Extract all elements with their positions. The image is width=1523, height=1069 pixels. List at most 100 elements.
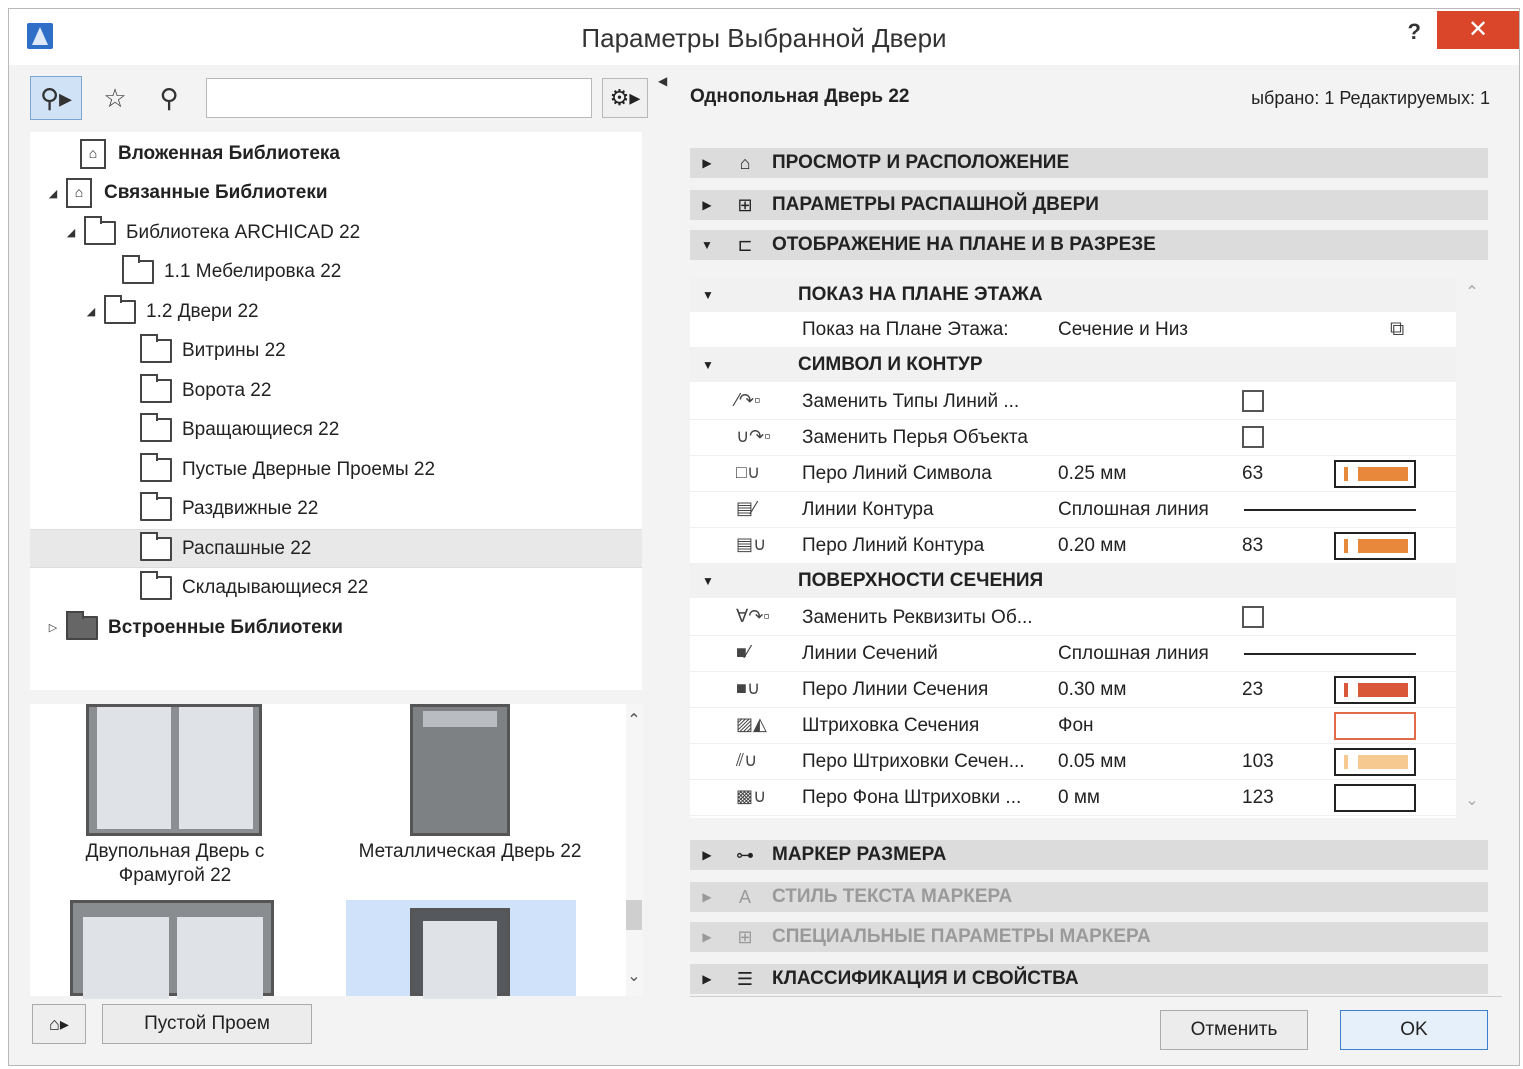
- scrollbar-thumb[interactable]: [626, 900, 642, 930]
- override-object-pens-checkbox[interactable]: [1242, 426, 1264, 448]
- expand-arrow-icon[interactable]: ▷: [46, 621, 60, 634]
- panel-splitter[interactable]: ◀: [656, 64, 670, 1054]
- properties-scrollbar[interactable]: ⌃ ⌄: [1462, 278, 1482, 818]
- section-header[interactable]: ▶ ⌂ ПРОСМОТР И РАСПОЛОЖЕНИЕ: [690, 148, 1488, 178]
- tree-item[interactable]: Пустые Дверные Проемы 22: [30, 450, 642, 489]
- tree-item[interactable]: Ворота 22: [30, 371, 642, 410]
- row-symbol-line-pen[interactable]: □∪ Перо Линий Символа 0.25 мм 63: [690, 456, 1456, 492]
- folder-icon: [140, 452, 172, 482]
- collapse-left-icon[interactable]: ◀: [658, 74, 667, 88]
- expand-arrow-icon[interactable]: ◢: [64, 226, 78, 239]
- row-override-object-pens[interactable]: ∪↷▫ Заменить Перья Объекта: [690, 420, 1456, 456]
- expand-arrow-icon[interactable]: ◢: [84, 305, 98, 318]
- override-attributes-checkbox[interactable]: [1242, 606, 1264, 628]
- tree-item[interactable]: Складывающиеся 22: [30, 569, 642, 608]
- section-header[interactable]: ▶ A СТИЛЬ ТЕКСТА МАРКЕРА: [690, 882, 1488, 912]
- folder-icon: [140, 373, 172, 403]
- library-manager-icon: ⌂▸: [49, 1013, 69, 1034]
- pen-number[interactable]: 23: [1242, 679, 1263, 701]
- row-cut-fill[interactable]: ▨◭ Штриховка Сечения Фон: [690, 708, 1456, 744]
- pen-number[interactable]: 63: [1242, 463, 1263, 485]
- tree-item[interactable]: Витрины 22: [30, 332, 642, 371]
- library-manager-button[interactable]: ⌂▸: [32, 1004, 86, 1044]
- chevron-down-icon[interactable]: ⌄: [626, 966, 642, 986]
- row-cut-fill-bg-pen[interactable]: ▩∪ Перо Фона Штриховки ... 0 мм 123: [690, 780, 1456, 816]
- preview-scrollbar[interactable]: ⌃ ⌄: [626, 704, 642, 996]
- pen-number[interactable]: 83: [1242, 535, 1263, 557]
- section-header[interactable]: ▶ ⊶ МАРКЕР РАЗМЕРА: [690, 840, 1488, 870]
- tree-item[interactable]: Распашные 22: [30, 529, 642, 568]
- pen-number[interactable]: 123: [1242, 787, 1274, 809]
- expand-arrow-icon[interactable]: ▶: [690, 848, 724, 862]
- pen-color-swatch[interactable]: [1334, 784, 1416, 812]
- tree-item[interactable]: ▷ Встроенные Библиотеки: [30, 608, 642, 647]
- group-floor-plan[interactable]: ▼ ПОКАЗ НА ПЛАНЕ ЭТАЖА: [690, 278, 1456, 312]
- tree-item[interactable]: ◢ ⌂ Связанные Библиотеки: [30, 174, 642, 213]
- expand-arrow-icon[interactable]: ▶: [690, 890, 724, 904]
- browse-libraries-button[interactable]: ⚲▸: [30, 76, 82, 120]
- library-search-input[interactable]: [206, 78, 592, 118]
- override-line-types-checkbox[interactable]: [1242, 390, 1264, 412]
- section-header[interactable]: ▶ ☰ КЛАССИФИКАЦИЯ И СВОЙСТВА: [690, 964, 1488, 994]
- row-cut-fill-pen[interactable]: ⫽∪ Перо Штриховки Сечен... 0.05 мм 103: [690, 744, 1456, 780]
- folder-icon: [122, 255, 154, 284]
- thumbnail-partial-left[interactable]: [70, 900, 274, 999]
- row-override-attributes[interactable]: ∀↷▫ Заменить Реквизиты Об...: [690, 600, 1456, 636]
- row-outline-line-pen[interactable]: ▤∪ Перо Линий Контура 0.20 мм 83: [690, 528, 1456, 564]
- thumbnail-metal-door[interactable]: Металлическая Дверь 22: [330, 704, 610, 894]
- library-settings-button[interactable]: ⚙▸: [602, 78, 648, 118]
- ok-button[interactable]: OK: [1340, 1010, 1488, 1050]
- tree-item[interactable]: 1.1 Мебелировка 22: [30, 253, 642, 292]
- row-label: Перо Линий Контура: [802, 535, 985, 556]
- expand-arrow-icon[interactable]: ▶: [690, 198, 724, 212]
- row-cut-line-pen[interactable]: ■∪ Перо Линии Сечения 0.30 мм 23: [690, 672, 1456, 708]
- section-label: СТИЛЬ ТЕКСТА МАРКЕРА: [772, 886, 1013, 907]
- chevron-up-icon[interactable]: ⌃: [1462, 282, 1482, 302]
- row-cut-lines[interactable]: ■⁄ Линии Сечений Сплошная линия: [690, 636, 1456, 672]
- cancel-button[interactable]: Отменить: [1160, 1010, 1308, 1050]
- pen-color-swatch[interactable]: [1334, 460, 1416, 488]
- help-button[interactable]: ?: [1408, 19, 1421, 45]
- row-label: Штриховка Сечения: [802, 715, 980, 736]
- tree-item[interactable]: ◢ 1.2 Двери 22: [30, 292, 642, 331]
- row-value[interactable]: Сплошная линия: [1058, 499, 1209, 521]
- row-value[interactable]: Сплошная линия: [1058, 643, 1209, 665]
- pen-color-swatch[interactable]: [1334, 676, 1416, 704]
- collapse-arrow-icon[interactable]: ▼: [690, 358, 726, 372]
- collapse-arrow-icon[interactable]: ▼: [690, 574, 726, 588]
- expand-arrow-icon[interactable]: ▼: [690, 238, 724, 252]
- search-button[interactable]: ⚲: [142, 76, 196, 120]
- floor-plan-display-icon[interactable]: ⧉: [1390, 318, 1404, 341]
- group-cut-surfaces[interactable]: ▼ ПОВЕРХНОСТИ СЕЧЕНИЯ: [690, 564, 1456, 598]
- section-header[interactable]: ▶ ⊞ СПЕЦИАЛЬНЫЕ ПАРАМЕТРЫ МАРКЕРА: [690, 922, 1488, 952]
- row-value[interactable]: Сечение и Низ: [1058, 319, 1188, 341]
- tree-item[interactable]: ⌂ Вложенная Библиотека: [30, 134, 642, 173]
- row-override-line-types[interactable]: ⁄↷▫ Заменить Типы Линий ...: [690, 384, 1456, 420]
- row-value[interactable]: Фон: [1058, 715, 1094, 737]
- empty-opening-button[interactable]: Пустой Проем: [102, 1004, 312, 1044]
- expand-arrow-icon[interactable]: ▶: [690, 930, 724, 944]
- pen-color-swatch[interactable]: [1334, 532, 1416, 560]
- expand-arrow-icon[interactable]: ▶: [690, 972, 724, 986]
- row-floor-plan-display[interactable]: Показ на Плане Этажа: Сечение и Низ ⧉: [690, 312, 1456, 348]
- favorites-button[interactable]: ☆: [88, 76, 142, 120]
- thumbnail-double-door[interactable]: Двупольная Дверь с Фрамугой 22: [50, 704, 300, 894]
- section-header[interactable]: ▼ ⊏ ОТОБРАЖЕНИЕ НА ПЛАНЕ И В РАЗРЕЗЕ: [690, 230, 1488, 260]
- group-symbol-outline[interactable]: ▼ СИМВОЛ И КОНТУР: [690, 348, 1456, 382]
- tree-item[interactable]: Вращающиеся 22: [30, 411, 642, 450]
- tree-item[interactable]: ◢ Библиотека ARCHICAD 22: [30, 213, 642, 252]
- pen-color-swatch[interactable]: [1334, 748, 1416, 776]
- row-outline-lines[interactable]: ▤⁄ Линии Контура Сплошная линия: [690, 492, 1456, 528]
- fill-pattern-swatch[interactable]: [1334, 712, 1416, 740]
- expand-arrow-icon[interactable]: ◢: [46, 187, 60, 200]
- thumbnail-selected[interactable]: [346, 900, 576, 999]
- tree-item[interactable]: Раздвижные 22: [30, 490, 642, 529]
- close-button[interactable]: ✕: [1437, 11, 1519, 49]
- expand-arrow-icon[interactable]: ▶: [690, 156, 724, 170]
- chevron-down-icon[interactable]: ⌄: [1462, 790, 1482, 810]
- pen-number[interactable]: 103: [1242, 751, 1274, 773]
- door-image: [410, 908, 510, 999]
- section-header[interactable]: ▶ ⊞ ПАРАМЕТРЫ РАСПАШНОЙ ДВЕРИ: [690, 190, 1488, 220]
- collapse-arrow-icon[interactable]: ▼: [690, 288, 726, 302]
- chevron-up-icon[interactable]: ⌃: [626, 710, 642, 730]
